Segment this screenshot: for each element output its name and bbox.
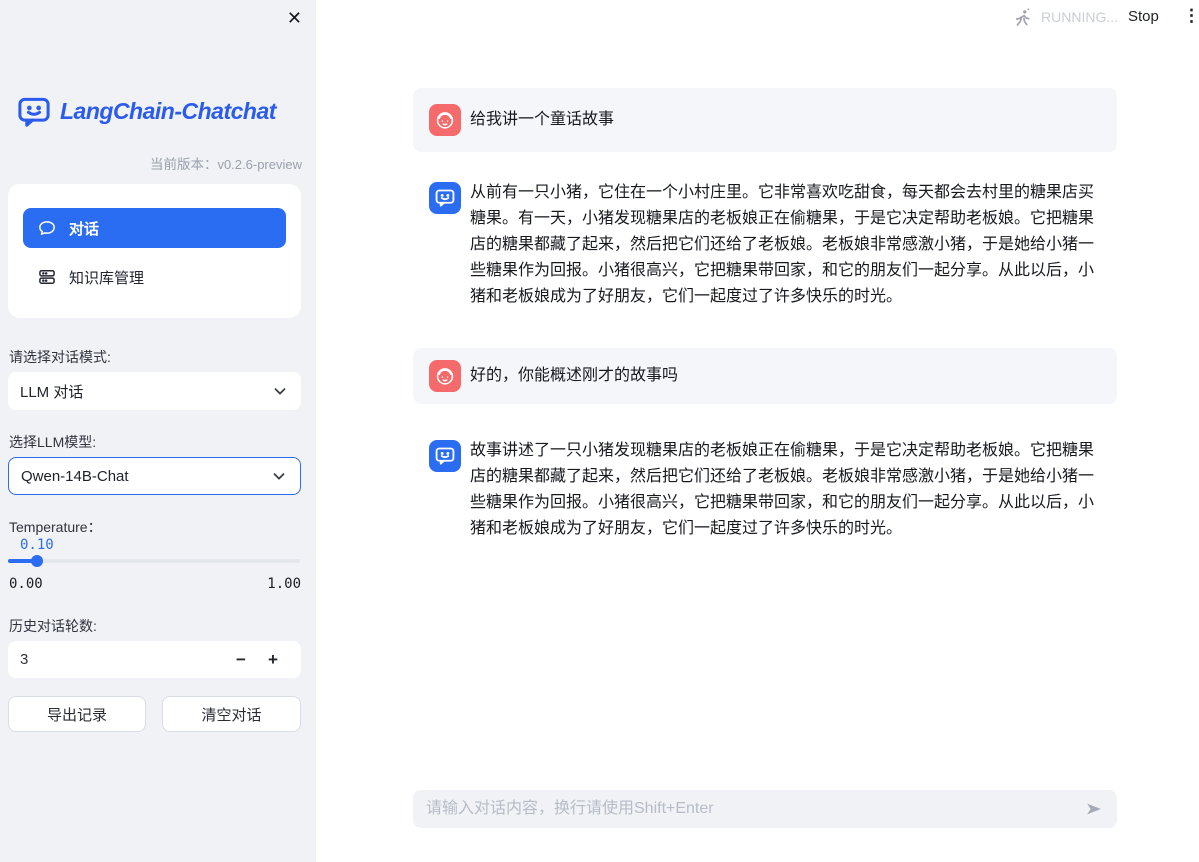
assistant-bubble-icon — [434, 187, 456, 209]
history-rounds-input[interactable]: 3 − + — [8, 641, 301, 678]
message-text: 故事讲述了一只小猪发现糖果店的老板娘正在偷糖果，于是它决定帮助老板娘。它把糖果店… — [413, 428, 1117, 542]
chat-input-box — [413, 790, 1117, 828]
assistant-avatar — [429, 440, 461, 472]
message-text: 给我讲一个童话故事 — [413, 88, 1117, 152]
assistant-avatar — [429, 182, 461, 214]
chat-input[interactable] — [413, 790, 1117, 828]
export-records-button[interactable]: 导出记录 — [8, 696, 146, 732]
knowledge-base-icon — [37, 267, 57, 287]
user-face-icon — [434, 365, 456, 387]
running-status-text: RUNNING... — [1041, 9, 1118, 25]
sidebar-close-icon[interactable]: ✕ — [287, 8, 302, 28]
logo-text: LangChain-Chatchat — [60, 98, 276, 125]
message-text: 从前有一只小猪，它住在一个小村庄里。它非常喜欢吃甜食，每天都会去村里的糖果店买糖… — [413, 170, 1117, 310]
dialog-mode-label: 请选择对话模式: — [9, 347, 111, 367]
sidebar: ✕ LangChain-Chatchat 当前版本：v0.2.6-preview… — [0, 0, 316, 862]
chat-message-assistant: 故事讲述了一只小猪发现糖果店的老板娘正在偷糖果，于是它决定帮助老板娘。它把糖果店… — [413, 428, 1117, 556]
nav-card: 对话知识库管理 — [8, 184, 301, 318]
send-arrow-icon[interactable] — [1083, 798, 1105, 820]
chat-message-user: 好的，你能概述刚才的故事吗 — [413, 348, 1117, 404]
slider-thumb[interactable] — [31, 555, 43, 567]
user-avatar — [429, 104, 461, 136]
app-window: ✕ LangChain-Chatchat 当前版本：v0.2.6-preview… — [0, 0, 1199, 862]
chat-message-assistant: 从前有一只小猪，它住在一个小村庄里。它非常喜欢吃甜食，每天都会去村里的糖果店买糖… — [413, 170, 1117, 324]
chat-bubble-icon — [37, 218, 57, 238]
assistant-bubble-icon — [434, 445, 456, 467]
temperature-label: Temperature： — [9, 517, 102, 537]
llm-model-select[interactable]: Qwen-14B-Chat — [8, 457, 301, 495]
dialog-mode-select[interactable]: LLM 对话 — [8, 372, 301, 410]
version-info: 当前版本：v0.2.6-preview — [150, 153, 302, 173]
chevron-down-icon — [271, 382, 289, 400]
llm-model-label: 选择LLM模型: — [9, 432, 96, 452]
temperature-min: 0.00 — [9, 576, 43, 592]
dialog-mode-value: LLM 对话 — [20, 381, 83, 402]
sidebar-nav-item-0[interactable]: 对话 — [23, 208, 286, 248]
version-value: v0.2.6-preview — [217, 157, 302, 172]
nav-item-label: 对话 — [69, 218, 99, 239]
running-person-icon — [1012, 7, 1033, 28]
temperature-max: 1.00 — [267, 576, 301, 592]
kebab-menu-icon[interactable]: ⋮ — [1183, 5, 1199, 27]
llm-model-value: Qwen-14B-Chat — [21, 468, 129, 485]
chat-message-user: 给我讲一个童话故事 — [413, 88, 1117, 152]
version-label: 当前版本： — [150, 157, 218, 172]
temperature-value: 0.10 — [20, 537, 54, 553]
history-rounds-value: 3 — [20, 651, 225, 668]
app-logo: LangChain-Chatchat — [16, 94, 276, 128]
increment-button[interactable]: + — [257, 650, 289, 670]
message-text: 好的，你能概述刚才的故事吗 — [413, 348, 1117, 404]
stop-button[interactable]: Stop — [1128, 8, 1159, 25]
chevron-down-icon — [270, 467, 288, 485]
clear-dialog-button[interactable]: 清空对话 — [162, 696, 301, 732]
user-avatar — [429, 360, 461, 392]
user-face-icon — [434, 109, 456, 131]
temperature-slider[interactable] — [8, 559, 300, 563]
history-rounds-label: 历史对话轮数: — [9, 616, 97, 636]
nav-item-label: 知识库管理 — [69, 267, 144, 288]
decrement-button[interactable]: − — [225, 650, 257, 670]
sidebar-nav-item-1[interactable]: 知识库管理 — [23, 257, 286, 297]
logo-chat-bubble-icon — [16, 94, 52, 128]
